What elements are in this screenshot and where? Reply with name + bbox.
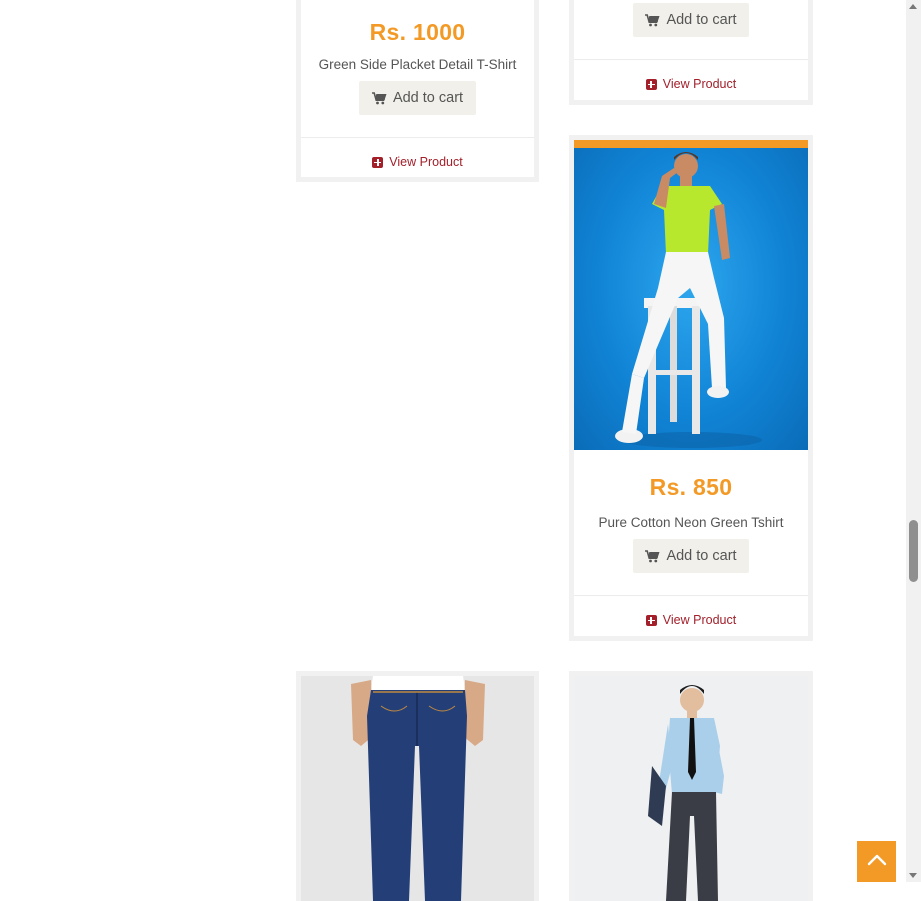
add-to-cart-label: Add to cart — [392, 90, 464, 106]
vertical-scrollbar[interactable] — [906, 0, 921, 882]
add-to-cart-label: Add to cart — [666, 548, 737, 564]
scroll-up-arrow-icon[interactable] — [909, 4, 917, 9]
product-image[interactable] — [574, 148, 808, 450]
product-card — [569, 671, 813, 901]
shopping-cart-icon — [645, 549, 660, 563]
add-to-cart-button[interactable]: Add to cart — [359, 81, 476, 115]
card-divider — [574, 59, 808, 60]
scroll-down-arrow-icon[interactable] — [909, 873, 917, 878]
product-image[interactable] — [301, 676, 534, 901]
view-product-label: View Product — [662, 77, 737, 91]
scrollbar-thumb[interactable] — [909, 520, 918, 582]
card-divider — [301, 137, 534, 138]
product-name[interactable]: Pure Cotton Neon Green Tshirt — [574, 515, 808, 530]
product-card: Rs. 850 Pure Cotton Neon Green Tshirt Ad… — [569, 135, 813, 641]
product-image[interactable] — [574, 676, 808, 901]
product-card-body: Rs. 1000 Green Side Placket Detail T-Shi… — [301, 0, 534, 177]
product-price: Rs. 850 — [649, 474, 733, 500]
product-card-body — [301, 676, 534, 901]
product-card-body: Add to cart View Product — [574, 0, 808, 100]
product-card: Rs. 1000 Green Side Placket Detail T-Shi… — [296, 0, 539, 182]
plus-square-icon — [645, 78, 657, 90]
add-to-cart-button[interactable]: Add to cart — [633, 3, 749, 37]
view-product-link[interactable]: View Product — [574, 613, 808, 627]
product-card-body: Rs. 850 Pure Cotton Neon Green Tshirt Ad… — [574, 140, 808, 636]
add-to-cart-label: Add to cart — [666, 12, 737, 28]
view-product-label: View Product — [389, 155, 463, 169]
view-product-link[interactable]: View Product — [301, 155, 534, 169]
chevron-up-icon — [867, 853, 887, 871]
card-divider — [574, 595, 808, 596]
accent-bar — [574, 140, 808, 148]
plus-square-icon — [645, 614, 657, 626]
product-card — [296, 671, 539, 901]
view-product-label: View Product — [662, 613, 737, 627]
plus-square-icon — [372, 156, 384, 168]
shopping-cart-icon — [371, 91, 387, 105]
view-product-link[interactable]: View Product — [574, 77, 808, 91]
back-to-top-button[interactable] — [857, 841, 896, 882]
add-to-cart-button[interactable]: Add to cart — [633, 539, 749, 573]
product-name[interactable]: Green Side Placket Detail T-Shirt — [301, 57, 534, 72]
product-card-body — [574, 676, 808, 901]
shopping-cart-icon — [645, 13, 660, 27]
product-price: Rs. 1000 — [369, 19, 466, 45]
product-card: Add to cart View Product — [569, 0, 813, 105]
